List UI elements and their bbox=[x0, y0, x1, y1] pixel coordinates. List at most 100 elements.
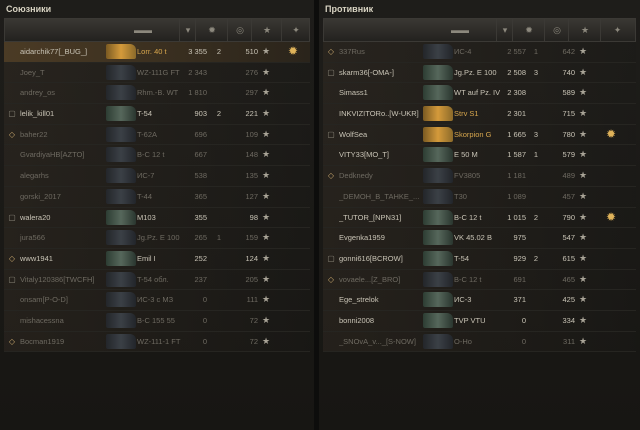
player-name: lelik_kill01 bbox=[20, 109, 55, 119]
badge-column-icon[interactable]: ✦ bbox=[600, 19, 634, 41]
sort-chevron-down-icon[interactable]: ▾ bbox=[496, 19, 513, 41]
damage-value: 0 bbox=[202, 315, 207, 325]
tank-icon bbox=[106, 271, 136, 287]
player-row[interactable]: Evgenka1959 VK 45.02 B 975 547 ★ bbox=[323, 228, 636, 249]
enemies-list: ◇ 337Rus ИС-4 2 557 1 642 ★ ▢ skarm36[-OMA-] Jg.P… bbox=[323, 42, 636, 353]
player-name: 337Rus bbox=[339, 47, 365, 56]
damage-value: 696 bbox=[194, 129, 207, 139]
score-column-icon[interactable]: ★ bbox=[251, 19, 282, 41]
damage-value: 0 bbox=[521, 336, 526, 346]
damage-value: 355 bbox=[194, 212, 207, 222]
player-row[interactable]: ◇ vovaele...[Z_BRO] B-C 12 t 691 465 ★ bbox=[323, 269, 636, 291]
frags-value: 3 bbox=[533, 67, 538, 77]
player-name: gonni616[BCROW] bbox=[339, 253, 403, 263]
allies-title: Союзники bbox=[6, 4, 52, 14]
tank-icon bbox=[423, 250, 453, 266]
frags-value: 2 bbox=[533, 253, 538, 263]
player-name: Joey_T bbox=[20, 67, 45, 77]
score-value: 297 bbox=[245, 88, 258, 98]
damage-value: 1 015 bbox=[507, 212, 526, 222]
player-row[interactable]: GvardiyaHB[AZTO] B-C 12 t 667 148 ★ bbox=[4, 145, 310, 167]
player-name: VITY33[MO_T] bbox=[339, 150, 390, 160]
player-row[interactable]: andrey_os Rhm.-B. WT 1 810 297 ★ bbox=[4, 83, 310, 105]
vehicle-column-icon[interactable]: ▬▬ bbox=[424, 19, 496, 41]
score-column-icon[interactable]: ★ bbox=[568, 19, 601, 41]
damage-value: 903 bbox=[194, 109, 207, 119]
player-row[interactable]: ▢ walera20 M103 355 98 ★ bbox=[4, 207, 310, 229]
player-row[interactable]: Joey_T WZ-111G FT 2 343 276 ★ bbox=[4, 62, 310, 84]
player-row[interactable]: ▢ Vitaly120386[TWCFH] T-54 обл. 237 205 ★ bbox=[4, 269, 310, 291]
tank-icon bbox=[423, 230, 453, 246]
player-row[interactable]: gorski_2017 T-44 365 127 ★ bbox=[4, 186, 310, 208]
vehicle-column-icon[interactable]: ▬▬ bbox=[107, 19, 179, 41]
player-row[interactable]: bonni2008 TVP VTU 0 334 ★ bbox=[323, 310, 636, 332]
player-row[interactable]: ◇ www1941 Emil I 252 124 ★ bbox=[4, 248, 310, 270]
damage-column-icon[interactable]: ✹ bbox=[512, 19, 545, 41]
tank-icon bbox=[106, 44, 136, 59]
score-value: 579 bbox=[562, 150, 575, 160]
tank-icon bbox=[106, 250, 136, 266]
tank-icon bbox=[423, 44, 453, 59]
damage-column-icon[interactable]: ✹ bbox=[195, 19, 228, 41]
sort-chevron-down-icon[interactable]: ▾ bbox=[179, 19, 196, 41]
score-value: 135 bbox=[245, 171, 258, 181]
player-name: Evgenka1959 bbox=[339, 233, 385, 243]
badge-column-icon[interactable]: ✦ bbox=[281, 19, 310, 41]
score-value: 276 bbox=[245, 67, 258, 77]
score-value: 547 bbox=[562, 233, 575, 243]
frags-column-icon[interactable]: ◎ bbox=[544, 19, 569, 41]
damage-value: 365 bbox=[194, 191, 207, 201]
player-row[interactable]: INKVIZITORo..[W-UKR] Strv S1 2 301 715 ★ bbox=[323, 104, 636, 125]
damage-value: 1 665 bbox=[507, 129, 526, 139]
player-name: onsam[P-O-D] bbox=[20, 295, 68, 305]
platoon-icon: ◇ bbox=[8, 336, 16, 346]
player-name: Dedknedy bbox=[339, 171, 373, 181]
player-row[interactable]: onsam[P-O-D] ИС-3 с МЗ 0 111 ★ bbox=[4, 290, 310, 311]
player-row[interactable]: ▢ lelik_kill01 T-54 903 2 221 ★ bbox=[4, 104, 310, 125]
player-row[interactable]: ◇ Bocman1919 WZ-111-1 FT 0 72 ★ bbox=[4, 331, 310, 353]
platoon-icon: ◇ bbox=[327, 171, 335, 181]
platoon-icon: ▢ bbox=[327, 129, 335, 139]
player-row[interactable]: jura566 Jg.Pz. E 100 265 1 159 ★ bbox=[4, 228, 310, 249]
player-name: andrey_os bbox=[20, 88, 56, 98]
player-row[interactable]: aidarchik77[_BUG_] Lorr. 40 t3 355 2 510 ★ ✹ bbox=[4, 42, 310, 63]
damage-value: 252 bbox=[194, 253, 207, 263]
tank-icon bbox=[423, 64, 453, 80]
player-row[interactable]: mishacessna B-C 155 55 0 72 ★ bbox=[4, 310, 310, 332]
damage-value: 1 089 bbox=[507, 191, 526, 201]
player-row[interactable]: alegarhs ИС-7 538 135 ★ bbox=[4, 166, 310, 187]
player-row[interactable]: Simass1 WT auf Pz. IV 2 308 589 ★ bbox=[323, 83, 636, 105]
player-name: Bocman1919 bbox=[20, 336, 65, 346]
player-row[interactable]: _TUTOR_[NPN31] B-C 12 t1 015 2 790 ★ ✹ bbox=[323, 207, 636, 229]
player-row[interactable]: ▢ gonni616[BCROW] T-54 929 2 615 ★ bbox=[323, 248, 636, 270]
player-row[interactable]: ◇ baher22 T-62A 696 109 ★ bbox=[4, 124, 310, 146]
player-row[interactable]: ▢ WolfSea Skorpion G1 665 3 780 ★ ✹ bbox=[323, 124, 636, 146]
tank-icon bbox=[106, 209, 136, 225]
damage-value: 1 587 bbox=[507, 150, 526, 160]
score-value: 510 bbox=[245, 47, 258, 56]
frags-value: 3 bbox=[533, 129, 538, 139]
player-name: walera20 bbox=[20, 212, 51, 222]
player-row[interactable]: ◇ Dedknedy FV3805 1 181 489 ★ bbox=[323, 166, 636, 187]
star-icon: ★ bbox=[262, 335, 271, 346]
player-row[interactable]: Ege_strelok ИС-3 371 425 ★ bbox=[323, 290, 636, 311]
player-row[interactable]: VITY33[MO_T] E 50 M1 587 1 579 ★ bbox=[323, 145, 636, 167]
enemies-column-header: ▬▬ ▾ ✹ ◎ ★ ✦ bbox=[323, 18, 636, 42]
tank-icon bbox=[423, 333, 453, 349]
player-row[interactable]: _SNOvA_v..._[S-NOW] O-Ho 0 311 ★ bbox=[323, 331, 636, 353]
platoon-icon: ▢ bbox=[8, 274, 16, 284]
player-name: GvardiyaHB[AZTO] bbox=[20, 150, 85, 160]
player-row[interactable]: ▢ skarm36[-OMA-] Jg.Pz. E 100 2 508 3 740 ★ bbox=[323, 62, 636, 84]
frags-column-icon[interactable]: ◎ bbox=[227, 19, 252, 41]
player-name: _TUTOR_[NPN31] bbox=[339, 212, 402, 222]
player-name: Simass1 bbox=[339, 88, 368, 98]
tank-icon bbox=[423, 147, 453, 163]
player-name: www1941 bbox=[20, 253, 53, 263]
allies-list: aidarchik77[_BUG_] Lorr. 40 t3 355 2 510 ★ ✹ J… bbox=[4, 42, 310, 353]
tank-icon bbox=[423, 292, 453, 308]
damage-value: 3 355 bbox=[188, 47, 207, 56]
player-row[interactable]: ◇ 337Rus ИС-4 2 557 1 642 ★ bbox=[323, 42, 636, 63]
platoon-icon: ◇ bbox=[8, 129, 16, 139]
star-icon: ★ bbox=[262, 294, 271, 305]
player-row[interactable]: _DEMOH_B_TAHKE_... T30 1 089 457 ★ bbox=[323, 186, 636, 208]
